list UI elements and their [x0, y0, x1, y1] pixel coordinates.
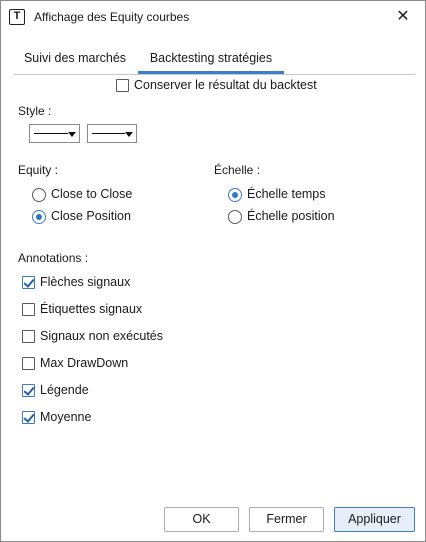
keep-result-label: Conserver le résultat du backtest: [134, 78, 317, 92]
dialog-window: T Affichage des Equity courbes ✕ Suivi d…: [0, 0, 426, 542]
checkbox-legende[interactable]: [22, 384, 35, 397]
line-style-dropdown[interactable]: [29, 124, 80, 143]
fleches-signaux-label: Flèches signaux: [40, 275, 131, 289]
tab-suivi-marches[interactable]: Suivi des marchés: [14, 45, 136, 74]
equity-section-label: Equity :: [18, 163, 59, 177]
close-icon: ✕: [396, 8, 410, 25]
radio-close-to-close[interactable]: [32, 188, 46, 202]
etiquettes-signaux-label: Étiquettes signaux: [40, 302, 143, 316]
signaux-non-executes-label: Signaux non exécutés: [40, 329, 164, 343]
radio-close-position[interactable]: [32, 210, 46, 224]
checkbox-moyenne[interactable]: [22, 411, 35, 424]
thin-line-preview: [92, 133, 125, 134]
checkbox-signaux-non-executes[interactable]: [22, 330, 35, 343]
tab-backtesting-strategies[interactable]: Backtesting stratégies: [138, 45, 284, 74]
close-button[interactable]: Fermer: [249, 507, 324, 532]
close-to-close-label: Close to Close: [51, 187, 133, 201]
t-box-icon: T: [9, 9, 25, 25]
title-bar: T Affichage des Equity courbes ✕: [1, 1, 425, 32]
chevron-down-icon: [68, 132, 76, 137]
keep-result-checkbox[interactable]: [116, 79, 129, 92]
tab-bar: Suivi des marchés Backtesting stratégies: [14, 45, 415, 75]
max-drawdown-label: Max DrawDown: [40, 356, 129, 370]
checkbox-fleches-signaux[interactable]: [22, 276, 35, 289]
window-title: Affichage des Equity courbes: [34, 10, 190, 24]
legende-label: Légende: [40, 383, 89, 397]
apply-button[interactable]: Appliquer: [334, 507, 415, 532]
chevron-down-icon: [125, 132, 133, 137]
ok-button[interactable]: OK: [164, 507, 239, 532]
checkbox-max-drawdown[interactable]: [22, 357, 35, 370]
close-position-label: Close Position: [51, 209, 131, 223]
close-window-button[interactable]: ✕: [389, 3, 417, 31]
moyenne-label: Moyenne: [40, 410, 92, 424]
scale-section-label: Échelle :: [214, 163, 261, 177]
radio-echelle-temps[interactable]: [228, 188, 242, 202]
echelle-temps-label: Échelle temps: [247, 187, 326, 201]
annotations-section-label: Annotations :: [18, 251, 89, 265]
line-width-dropdown[interactable]: [87, 124, 137, 143]
style-section-label: Style :: [18, 104, 52, 118]
solid-line-preview: [34, 133, 68, 134]
checkbox-etiquettes-signaux[interactable]: [22, 303, 35, 316]
radio-echelle-position[interactable]: [228, 210, 242, 224]
echelle-position-label: Échelle position: [247, 209, 335, 223]
